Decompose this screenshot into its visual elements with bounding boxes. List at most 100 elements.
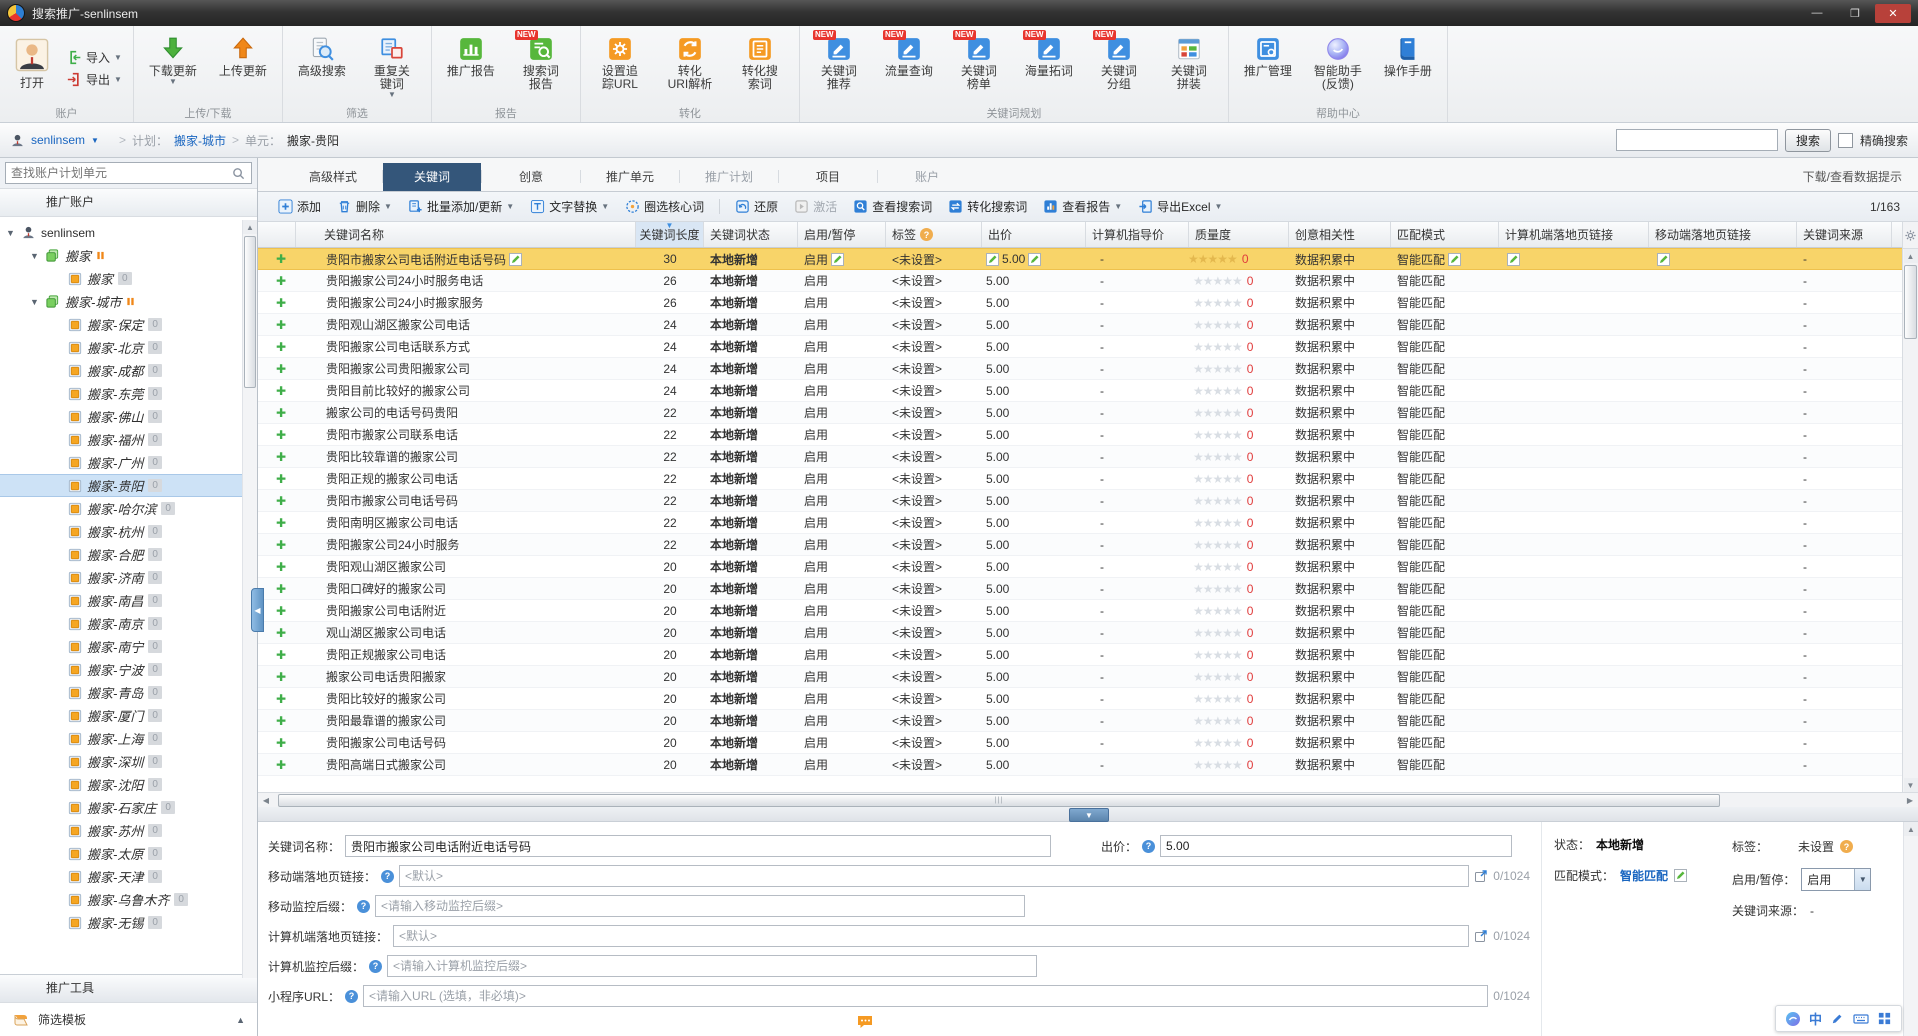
external-link-icon[interactable] (1474, 869, 1488, 883)
table-row[interactable]: ✚ 贵阳比较好的搬家公司 20 本地新增 启用 <未设置> 5.00 - ★★★★★ 0 数据积累中… (258, 688, 1918, 710)
table-row[interactable]: ✚ 贵阳搬家公司24小时服务电话 26 本地新增 启用 <未设置> 5.00 - ★★★★★ 0 数… (258, 270, 1918, 292)
tree-item-搬家-无锡[interactable]: 搬家-无锡 0 (0, 911, 257, 934)
column-header-quality[interactable]: 质量度 (1189, 222, 1289, 247)
cell-bid[interactable]: 5.00 (982, 556, 1086, 577)
cell-onoff[interactable]: 启用 (798, 249, 886, 269)
tree-item-搬家-太原[interactable]: 搬家-太原 0 (0, 842, 257, 865)
cell-onoff[interactable]: 启用 (798, 600, 886, 621)
cell-onoff[interactable]: 启用 (798, 644, 886, 665)
scroll-up-icon[interactable]: ▲ (1903, 249, 1918, 263)
help-icon[interactable]: ? (345, 989, 359, 1003)
exact-search-checkbox[interactable] (1837, 132, 1853, 148)
ribbon-button-mass-expand[interactable]: NEW 海量拓词 (1015, 29, 1083, 107)
cell-name[interactable]: 贵阳搬家公司电话号码 (296, 732, 636, 753)
column-header-relevance[interactable]: 创意相关性 (1289, 222, 1391, 247)
tab-plans[interactable]: 推广计划 (680, 163, 778, 191)
add-row-icon[interactable]: ✚ (276, 670, 286, 684)
table-row[interactable]: ✚ 贵阳高端日式搬家公司 20 本地新增 启用 <未设置> 5.00 - ★★★★★ 0 数据积累中… (258, 754, 1918, 776)
cell-onoff[interactable]: 启用 (798, 380, 886, 401)
tree-item-搬家-宁波[interactable]: 搬家-宁波 0 (0, 658, 257, 681)
cell-add[interactable]: ✚ (258, 270, 296, 291)
cell-match[interactable]: 智能匹配 (1391, 732, 1499, 753)
account-name[interactable]: senlinsem (31, 133, 85, 147)
cell-pc_link[interactable] (1499, 249, 1649, 269)
cell-add[interactable]: ✚ (258, 490, 296, 511)
add-row-icon[interactable]: ✚ (276, 626, 286, 640)
scroll-right-icon[interactable]: ▶ (1902, 796, 1918, 805)
panel-splitter[interactable]: ▼ (258, 807, 1918, 822)
add-row-icon[interactable]: ✚ (276, 340, 286, 354)
tab-creatives[interactable]: 创意 (482, 163, 580, 191)
scroll-up-icon[interactable]: ▲ (243, 220, 257, 234)
cell-add[interactable]: ✚ (258, 292, 296, 313)
ribbon-button-keyword-ranking[interactable]: NEW 关键词 榜单 (945, 29, 1013, 107)
cell-match[interactable]: 智能匹配 (1391, 578, 1499, 599)
cell-add[interactable]: ✚ (258, 556, 296, 577)
cell-add[interactable]: ✚ (258, 468, 296, 489)
cell-onoff[interactable]: 启用 (798, 424, 886, 445)
ribbon-button-keyword-recommend[interactable]: NEW 关键词 推荐 (805, 29, 873, 107)
add-row-icon[interactable]: ✚ (276, 560, 286, 574)
cell-name[interactable]: 贵阳观山湖区搬家公司 (296, 556, 636, 577)
cell-bid[interactable]: 5.00 (982, 358, 1086, 379)
cell-name[interactable]: 贵阳比较好的搬家公司 (296, 688, 636, 709)
tree-item-搬家-合肥[interactable]: 搬家-合肥 0 (0, 543, 257, 566)
tree-item-搬家-哈尔滨[interactable]: 搬家-哈尔滨 0 (0, 497, 257, 520)
tree-item-搬家-青岛[interactable]: 搬家-青岛 0 (0, 681, 257, 704)
table-row[interactable]: ✚ 贵阳观山湖区搬家公司电话 24 本地新增 启用 <未设置> 5.00 - ★★★★★ 0 数据积… (258, 314, 1918, 336)
field-input-mob_link[interactable] (399, 865, 1470, 887)
tab-advanced-style[interactable]: 高级样式 (284, 163, 382, 191)
cell-onoff[interactable]: 启用 (798, 688, 886, 709)
cell-bid[interactable]: 5.00 (982, 688, 1086, 709)
cell-add[interactable]: ✚ (258, 446, 296, 467)
table-row[interactable]: ✚ 贵阳市搬家公司联系电话 22 本地新增 启用 <未设置> 5.00 - ★★★★★ 0 数据积累… (258, 424, 1918, 446)
edit-icon[interactable] (831, 252, 845, 266)
field-input-pc_suffix[interactable] (387, 955, 1038, 977)
cell-onoff[interactable]: 启用 (798, 534, 886, 555)
cell-bid[interactable]: 5.00 (982, 446, 1086, 467)
add-row-icon[interactable]: ✚ (276, 406, 286, 420)
cell-add[interactable]: ✚ (258, 666, 296, 687)
cell-name[interactable]: 贵阳搬家公司24小时服务电话 (296, 270, 636, 291)
ribbon-button-promotion-manage[interactable]: 推广管理 (1234, 29, 1302, 107)
cell-name[interactable]: 贵阳目前比较好的搬家公司 (296, 380, 636, 401)
scroll-left-icon[interactable]: ◀ (258, 796, 274, 805)
table-row[interactable]: ✚ 观山湖区搬家公司电话 20 本地新增 启用 <未设置> 5.00 - ★★★★★ 0 数据积累中… (258, 622, 1918, 644)
add-row-icon[interactable]: ✚ (276, 692, 286, 706)
cell-onoff[interactable]: 启用 (798, 358, 886, 379)
tree-item-搬家-东莞[interactable]: 搬家-东莞 0 (0, 382, 257, 405)
table-row[interactable]: ✚ 贵阳正规的搬家公司电话 22 本地新增 启用 <未设置> 5.00 - ★★★★★ 0 数据积累… (258, 468, 1918, 490)
ribbon-button-keyword-assemble[interactable]: 关键词 拼装 (1155, 29, 1223, 107)
plan-link[interactable]: 搬家-城市 (174, 132, 226, 149)
table-row[interactable]: ✚ 贵阳南明区搬家公司电话 22 本地新增 启用 <未设置> 5.00 - ★★★★★ 0 数据积累… (258, 512, 1918, 534)
table-row[interactable]: ✚ 贵阳市搬家公司电话号码 22 本地新增 启用 <未设置> 5.00 - ★★★★★ 0 数据积累… (258, 490, 1918, 512)
toolbar-button-circle-core-words[interactable]: 圈选核心词 (617, 195, 712, 218)
cell-onoff[interactable]: 启用 (798, 270, 886, 291)
toolbar-button-export-excel[interactable]: 导出Excel ▼ (1130, 195, 1230, 218)
add-row-icon[interactable]: ✚ (276, 538, 286, 552)
cell-name[interactable]: 贵阳最靠谱的搬家公司 (296, 710, 636, 731)
cell-match[interactable]: 智能匹配 (1391, 446, 1499, 467)
toolbar-button-text-replace[interactable]: 文字替换 ▼ (522, 195, 617, 218)
add-row-icon[interactable]: ✚ (276, 362, 286, 376)
cell-bid[interactable]: 5.00 (982, 270, 1086, 291)
scrollbar-thumb[interactable] (244, 236, 256, 388)
table-row[interactable]: ✚ 贵阳搬家公司贵阳搬家公司 24 本地新增 启用 <未设置> 5.00 - ★★★★★ 0 数据积… (258, 358, 1918, 380)
add-row-icon[interactable]: ✚ (276, 472, 286, 486)
cell-match[interactable]: 智能匹配 (1391, 380, 1499, 401)
help-icon[interactable]: ? (920, 228, 934, 241)
sidebar-search-input[interactable] (5, 162, 252, 184)
ime-keyboard-icon[interactable] (1853, 1011, 1869, 1027)
ribbon-button-convert-uri[interactable]: 转化 URI解析 (656, 29, 724, 107)
onoff-select[interactable]: 启用 ▼ (1801, 868, 1872, 891)
cell-name[interactable]: 贵阳正规搬家公司电话 (296, 644, 636, 665)
tree-item-搬家-南京[interactable]: 搬家-南京 0 (0, 612, 257, 635)
cell-add[interactable]: ✚ (258, 424, 296, 445)
cell-add[interactable]: ✚ (258, 314, 296, 335)
tree-expand-icon[interactable]: ▼ (30, 297, 40, 307)
ribbon-button-advanced-search[interactable]: 高级搜索 (288, 29, 356, 107)
toolbar-button-batch-add-update[interactable]: 批量添加/更新 ▼ (400, 195, 522, 218)
cell-bid[interactable]: 5.00 (982, 490, 1086, 511)
tab-projects[interactable]: 项目 (779, 163, 877, 191)
ribbon-button-smart-assistant[interactable]: 智能助手 (反馈) (1304, 29, 1372, 107)
